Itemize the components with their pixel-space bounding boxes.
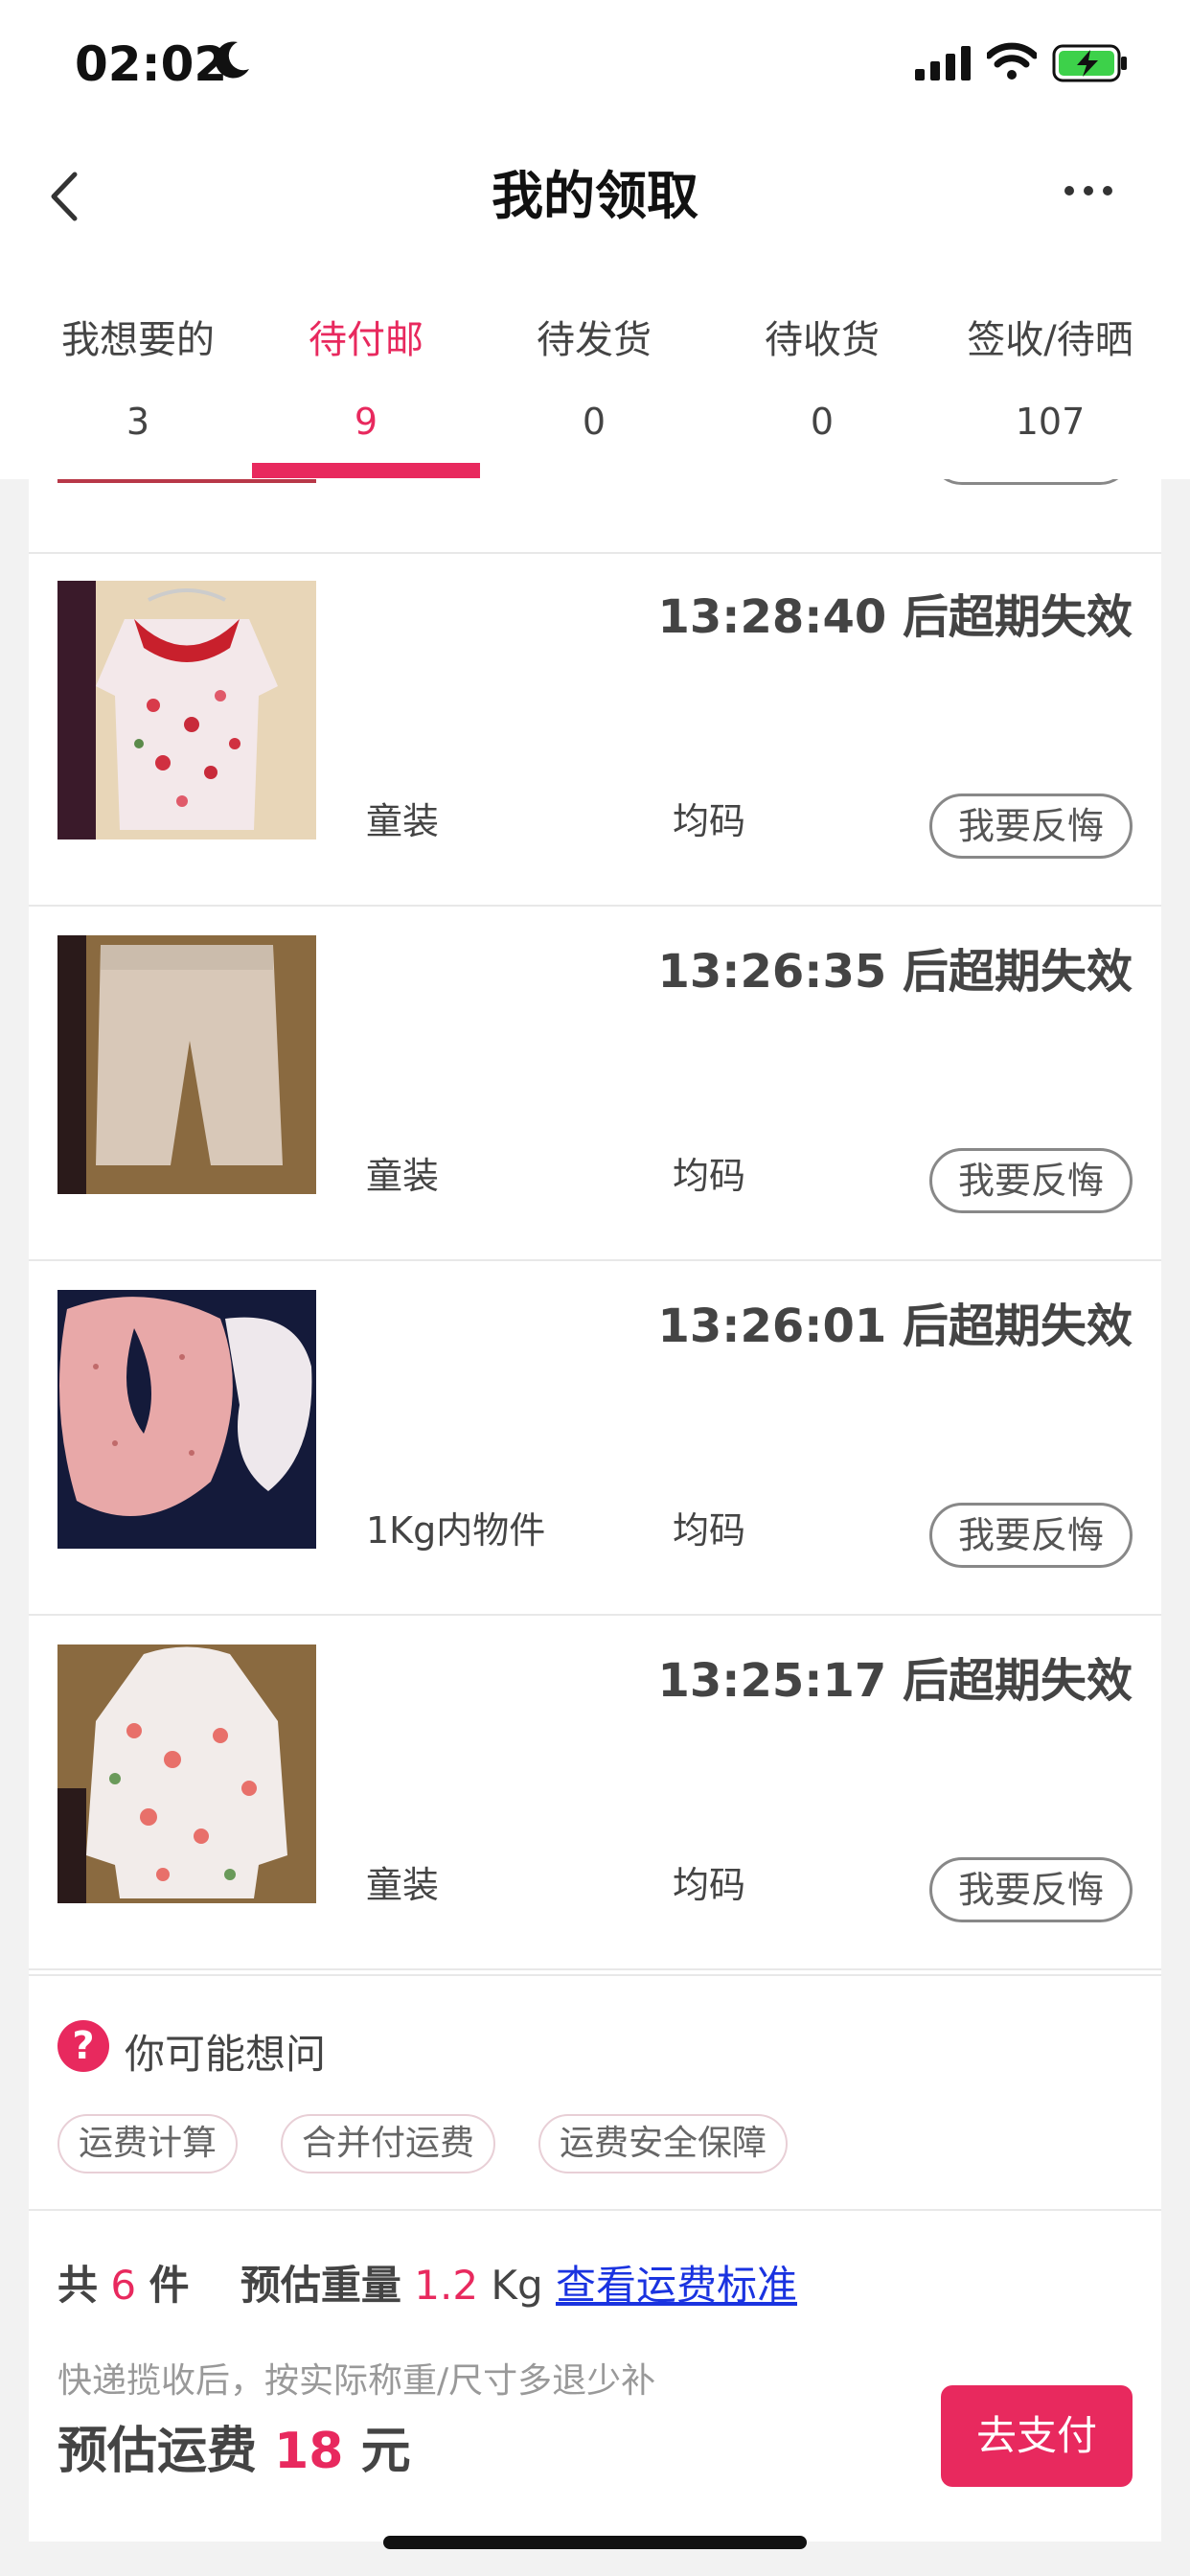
- home-indicator: [383, 2536, 807, 2549]
- status-time: 02:02: [75, 36, 228, 92]
- shipping-standard-link[interactable]: 查看运费标准: [556, 2262, 797, 2309]
- product-thumbnail[interactable]: [57, 935, 316, 1194]
- shipping-note: 快递揽收后，按实际称重/尺寸多退少补: [57, 2361, 656, 2401]
- item-category: 童装: [366, 1155, 440, 1197]
- expiry-countdown: 13:28:40 后超期失效: [657, 590, 1133, 644]
- page-title: 我的领取: [492, 166, 698, 226]
- list-item[interactable]: 13:26:35 后超期失效 童装 均码 我要反悔: [29, 907, 1161, 1261]
- tab-signed-review[interactable]: 签收/待晒 107: [936, 278, 1164, 479]
- wifi-icon: [987, 42, 1037, 80]
- item-size: 均码: [673, 800, 746, 842]
- item-category: 1Kg内物件: [366, 1509, 546, 1552]
- faq-chip-combined-postage[interactable]: 合并付运费: [281, 2114, 496, 2174]
- status-tabs: 我想要的 3 待付邮 9 待发货 0 待收货 0 签收/待晒 107: [0, 278, 1190, 479]
- regret-button[interactable]: 我要反悔: [929, 1148, 1133, 1213]
- tab-count: 0: [810, 401, 835, 443]
- fee-line: 预估运费 18 元: [57, 2410, 411, 2482]
- tab-pending-receipt[interactable]: 待收货 0: [708, 278, 936, 479]
- tab-pending-postage[interactable]: 待付邮 9: [252, 278, 480, 479]
- product-thumbnail[interactable]: [57, 1290, 316, 1549]
- tab-count: 0: [582, 401, 606, 443]
- fee-unit: 元: [360, 2423, 411, 2480]
- product-thumbnail[interactable]: [57, 581, 316, 840]
- expiry-countdown: 13:26:35 后超期失效: [657, 945, 1133, 999]
- list-item-partial: [29, 479, 1161, 554]
- regret-button[interactable]: 我要反悔: [929, 1857, 1133, 1922]
- fee-value: 18: [274, 2423, 344, 2480]
- tab-label: 我想要的: [61, 318, 215, 362]
- summary-line: 共 6 件 预估重量 1.2 Kg 查看运费标准: [57, 2253, 797, 2312]
- product-thumbnail: [57, 479, 316, 483]
- tab-count: 107: [1015, 401, 1086, 443]
- count-prefix: 共: [57, 2262, 99, 2309]
- tab-count: 9: [354, 401, 378, 443]
- faq-chip-shipping-guarantee[interactable]: 运费安全保障: [538, 2114, 789, 2174]
- list-item[interactable]: 13:26:01 后超期失效 1Kg内物件 均码 我要反悔: [29, 1261, 1161, 1616]
- tab-label: 待付邮: [309, 318, 423, 362]
- battery-charging-icon: [1052, 44, 1127, 82]
- expiry-countdown: 13:25:17 后超期失效: [657, 1654, 1133, 1708]
- item-size: 均码: [673, 1155, 746, 1197]
- weight-label: 预估重量: [240, 2262, 401, 2309]
- weight-value: 1.2: [414, 2262, 479, 2309]
- faq-section: ? 你可能想问 运费计算 合并付运费 运费安全保障: [29, 1974, 1161, 2211]
- status-bar: 02:02: [0, 0, 1190, 125]
- question-icon: ?: [57, 2020, 109, 2072]
- moon-icon: [215, 41, 249, 79]
- expiry-countdown: 13:26:01 后超期失效: [657, 1300, 1133, 1353]
- tab-label: 签收/待晒: [967, 318, 1133, 362]
- more-options-icon[interactable]: [1064, 184, 1113, 197]
- tab-label: 待发货: [537, 318, 652, 362]
- count-suffix: 件: [149, 2262, 190, 2309]
- regret-button-partial[interactable]: [929, 479, 1133, 485]
- faq-title: 你可能想问: [125, 2031, 327, 2078]
- faq-chip-shipping-calc[interactable]: 运费计算: [57, 2114, 239, 2174]
- item-category: 童装: [366, 800, 440, 842]
- regret-button[interactable]: 我要反悔: [929, 794, 1133, 859]
- active-tab-indicator: [252, 463, 480, 478]
- item-size: 均码: [673, 1864, 746, 1906]
- item-count: 6: [110, 2262, 137, 2309]
- tab-label: 待收货: [765, 318, 880, 362]
- nav-bar: 我的领取: [0, 125, 1190, 278]
- tab-pending-shipment[interactable]: 待发货 0: [480, 278, 708, 479]
- tab-want[interactable]: 我想要的 3: [24, 278, 252, 479]
- weight-unit: Kg: [491, 2262, 543, 2309]
- pay-button[interactable]: 去支付: [941, 2385, 1133, 2487]
- product-thumbnail[interactable]: [57, 1644, 316, 1903]
- fee-label: 预估运费: [57, 2423, 258, 2480]
- tab-count: 3: [126, 401, 150, 443]
- item-list[interactable]: 13:28:40 后超期失效 童装 均码 我要反悔 13:26:35 后超期失效…: [29, 479, 1161, 1974]
- item-size: 均码: [673, 1509, 746, 1552]
- item-category: 童装: [366, 1864, 440, 1906]
- list-item[interactable]: 13:28:40 后超期失效 童装 均码 我要反悔: [29, 552, 1161, 907]
- signal-icon: [915, 46, 971, 80]
- list-item[interactable]: 13:25:17 后超期失效 童装 均码 我要反悔: [29, 1616, 1161, 1970]
- checkout-summary: 共 6 件 预估重量 1.2 Kg 查看运费标准 快递揽收后，按实际称重/尺寸多…: [29, 2209, 1161, 2542]
- regret-button[interactable]: 我要反悔: [929, 1503, 1133, 1568]
